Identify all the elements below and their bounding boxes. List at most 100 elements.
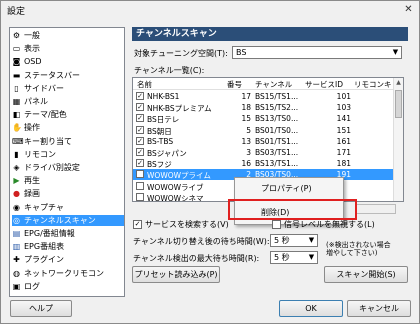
ignore-signal-checkbox[interactable] (272, 220, 281, 229)
max-wait-label: チャンネル検出の最大待ち時間(R): (133, 254, 260, 263)
cell-sid: 161 (336, 136, 351, 146)
chevron-down-icon: ▼ (308, 236, 315, 244)
sidebar-icon: ▯ (14, 83, 19, 93)
sidebar-item[interactable]: ◉ キャプチャ (12, 202, 124, 213)
sidebar-item[interactable]: ▦ パネル (12, 96, 124, 107)
osd-icon: ◙ (12, 57, 21, 67)
row-checkbox[interactable] (136, 192, 144, 201)
epg-icon: ▤ (12, 229, 21, 238)
panel-icon: ▦ (12, 97, 21, 106)
sidebar-item[interactable]: ◎ チャンネルスキャン (12, 214, 124, 226)
remote-icon: ▮ (14, 149, 19, 159)
table-row[interactable]: ✓ BS日テレ 15 BS13/TS0... 141 (133, 113, 395, 124)
row-checkbox[interactable] (136, 170, 144, 179)
column-header-number[interactable]: 番号 (227, 79, 255, 90)
row-checkbox[interactable]: ✓ (136, 159, 144, 168)
sidebar-item[interactable]: ▬ ステータスバー (12, 70, 124, 81)
sidebar-item-label: EPG/番組情報 (24, 229, 75, 238)
sidebar-item-label: OSD (24, 57, 42, 67)
ignore-signal-checkbox-row[interactable]: 信号レベルを無視する(L) (272, 219, 375, 230)
row-checkbox[interactable]: ✓ (136, 114, 144, 123)
scan-start-button[interactable]: スキャン開始(S) (324, 266, 408, 283)
cell-sid: 141 (336, 114, 351, 124)
sidebar-item-label: キー割り当て (24, 136, 72, 146)
scroll-up-icon[interactable]: ▲ (394, 78, 403, 88)
tuning-space-select[interactable]: BS ▼ (232, 46, 402, 59)
list-scrollbar[interactable]: ▲ (393, 78, 403, 201)
sidebar-item[interactable]: ▮ リモコン (12, 149, 124, 160)
capture-icon: ◉ (13, 202, 20, 212)
cell-sid: 171 (336, 148, 351, 157)
sidebar-item-label: ネットワークリモコン (24, 268, 104, 278)
row-checkbox[interactable]: ✓ (136, 125, 144, 134)
sidebar-item[interactable]: ▭ 表示 (12, 43, 124, 54)
row-checkbox[interactable]: ✓ (136, 136, 144, 145)
max-wait-select[interactable]: 5 秒 ▼ (270, 251, 318, 264)
list-header: 名前 番号 チャンネル サービスID リモコンキ (133, 78, 395, 90)
table-row[interactable]: ✓ NHK-BSプレミアム 18 BS15/TS2... 103 (133, 102, 395, 113)
column-header-service-id[interactable]: サービスID (305, 79, 351, 90)
cell-ch: BS13/TS1... (255, 159, 299, 169)
driver-icon: ◈ (13, 163, 20, 172)
cell-ch: BS13/TS0... (255, 114, 299, 124)
table-row[interactable]: ✓ BS-TBS 13 BS01/TS1... 161 (133, 136, 395, 147)
search-services-checkbox[interactable]: ✓ (133, 220, 142, 229)
sidebar-item-label: プラグイン (24, 255, 64, 265)
sidebar-item-label: EPG番組表 (24, 242, 65, 252)
row-checkbox[interactable]: ✓ (136, 92, 144, 100)
sidebar-item[interactable]: ⌨ キー割り当て (12, 136, 124, 147)
channel-list-label: チャンネル一覧(C): (134, 66, 205, 75)
ok-button[interactable]: OK (279, 300, 343, 317)
sidebar-item-label: 表示 (24, 44, 40, 54)
sidebar-item[interactable]: ▤ EPG/番組情報 (12, 228, 124, 239)
search-services-checkbox-row[interactable]: ✓ サービスを検索する(V) (133, 219, 229, 230)
sidebar-item[interactable]: ▥ EPG番組表 (12, 241, 124, 252)
sidebar-item[interactable]: ◈ ドライバ別設定 (12, 162, 124, 173)
cell-name: NHK-BS1 (147, 92, 180, 101)
cancel-button[interactable]: キャンセル (347, 300, 411, 317)
cell-num: 18 (241, 103, 251, 113)
sidebar-item[interactable]: ◧ テーマ/配色 (12, 109, 124, 120)
table-row[interactable]: ✓ BSフジ 16 BS13/TS1... 181 (133, 158, 395, 169)
cell-sid: 103 (336, 103, 351, 113)
column-header-name[interactable]: 名前 (137, 79, 197, 90)
network-remote-icon: ◍ (13, 268, 20, 278)
column-header-channel[interactable]: チャンネル (255, 79, 301, 90)
menu-item-properties[interactable]: プロパティ(P) (235, 182, 343, 196)
help-button[interactable]: ヘルプ (10, 300, 72, 317)
cell-ch: BS01/TS1... (255, 136, 299, 146)
sidebar-item[interactable]: ▯ サイドバー (12, 83, 124, 94)
switch-wait-select[interactable]: 5 秒 ▼ (270, 234, 318, 247)
cell-num: 3 (246, 148, 251, 157)
sidebar-item-label: サイドバー (24, 83, 64, 93)
table-row[interactable]: ✓ BSジャパン 3 BS03/TS1... 171 (133, 147, 395, 158)
horizontal-scrollbar[interactable] (356, 204, 396, 214)
sidebar-item[interactable]: ● 録画 (12, 188, 124, 199)
sidebar-item[interactable]: ⚙ 一般 (12, 30, 124, 41)
row-checkbox[interactable]: ✓ (136, 103, 144, 112)
scrollbar-thumb[interactable] (395, 90, 402, 118)
row-checkbox[interactable]: ✓ (136, 148, 144, 156)
sidebar-item[interactable]: ✚ プラグイン (12, 254, 124, 265)
row-checkbox[interactable] (136, 181, 144, 190)
sidebar-item[interactable]: ◙ OSD (12, 56, 124, 67)
sidebar-item[interactable]: ◍ ネットワークリモコン (12, 268, 124, 279)
chevron-down-icon: ▼ (308, 253, 315, 261)
column-header-remote-key[interactable]: リモコンキ (354, 79, 394, 90)
title-bar: 設定 ✕ (1, 1, 419, 19)
sidebar-item[interactable]: ✋ 操作 (12, 122, 124, 133)
table-row[interactable]: ✓ BS朝日 5 BS01/TS0... 151 (133, 125, 395, 136)
switch-wait-label: チャンネル切り替え後の待ち時間(W): (133, 237, 270, 246)
sidebar-item[interactable]: ▣ ログ (12, 281, 124, 292)
tuning-space-label: 対象チューニング空間(T): (134, 49, 228, 58)
cell-ch: BS15/TS1... (255, 92, 299, 101)
cell-sid: 101 (336, 92, 351, 101)
preset-load-button[interactable]: プリセット読み込み(P) (132, 266, 220, 283)
max-wait-value: 5 秒 (274, 253, 290, 262)
cell-ch: BS15/TS2... (255, 103, 299, 113)
close-icon[interactable]: ✕ (402, 4, 415, 16)
table-row[interactable]: ✓ NHK-BS1 17 BS15/TS1... 101 (133, 91, 395, 102)
settings-category-tree[interactable]: ⚙ 一般 ▭ 表示 ◙ OSD ▬ ステータスバー ▯ サイドバー ▦ パネル ◧ テーマ/配色 ✋ 操作 ⌨ キ… (9, 27, 125, 297)
sidebar-item[interactable]: ▶ 再生 (12, 175, 124, 186)
record-icon: ● (13, 189, 20, 199)
